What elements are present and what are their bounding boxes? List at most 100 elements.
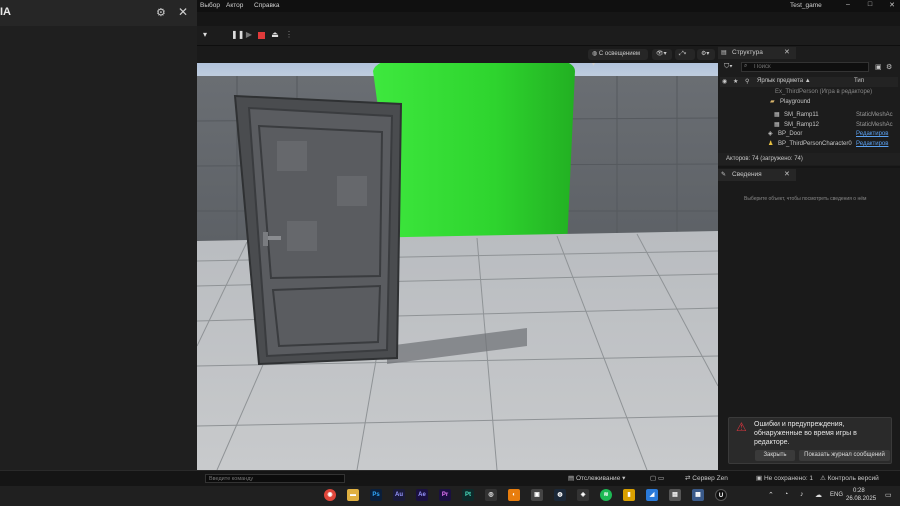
steam-icon[interactable]: ◍ [554, 489, 566, 501]
outliner-header-row: ◉ ★ ⚲ Ярлык предмета ▲ Тип [720, 77, 898, 87]
row-label: Ex_ThirdPerson (Игра в редакторе) [775, 89, 873, 95]
chevron-up-icon[interactable]: ⌃ [768, 491, 774, 499]
mesh-icon: ▦ [774, 112, 780, 118]
minimize-button[interactable]: – [840, 1, 856, 11]
left-panel-header [0, 0, 197, 26]
folder-icon: ▰ [770, 99, 775, 105]
source-control-icon: ⚠ [820, 475, 828, 482]
language-indicator[interactable]: ENG [830, 492, 843, 498]
outliner-row[interactable]: ▦ SM_Ramp12 StaticMeshAc [720, 121, 898, 130]
folder-add-icon[interactable]: ▣ [875, 63, 882, 71]
row-label: BP_Door [778, 131, 803, 137]
chevron-down-icon[interactable]: ▾ [200, 29, 210, 41]
game-viewport[interactable] [197, 46, 718, 470]
tracking-icon: ▤ [568, 475, 576, 482]
substance-painter-icon[interactable]: Pt [462, 489, 474, 501]
maximize-button[interactable]: □ [862, 1, 878, 11]
globe-icon: ◍ [592, 51, 599, 57]
chrome-icon[interactable]: ◉ [324, 489, 336, 501]
pencil-icon: ✎ [721, 172, 727, 178]
close-icon[interactable]: ✕ [784, 48, 790, 56]
column-label-header[interactable]: Ярлык предмета ▲ [757, 78, 811, 84]
filter-icon[interactable]: ⛉▾ [724, 63, 733, 71]
photoshop-icon[interactable]: Ps [370, 489, 382, 501]
premiere-icon[interactable]: Pr [439, 489, 451, 501]
tab-strip [197, 12, 900, 26]
after-effects-icon[interactable]: Ae [416, 489, 428, 501]
tracking-button[interactable]: ▤ Отслеживание ▾ [568, 474, 625, 482]
eye-icon: ◉ [722, 79, 728, 85]
outliner-footer: Акторов: 74 (загружено: 74) [718, 153, 900, 165]
app-icon[interactable]: ▤ [669, 489, 681, 501]
volume-icon[interactable]: ♪ [800, 491, 804, 498]
tab-details[interactable]: ✎ Сведения ✕ [718, 169, 796, 181]
lighting-mode-dropdown[interactable]: ◍ С освещением ▾ [588, 49, 648, 68]
close-icon[interactable]: ✕ [784, 170, 790, 178]
blender-icon[interactable]: ◐ [508, 489, 520, 501]
pause-button[interactable]: ❚❚ [231, 29, 244, 41]
onedrive-icon[interactable]: ☁ [815, 491, 822, 499]
menu-select[interactable]: Выбор [200, 2, 220, 9]
actor-icon: ◈ [768, 131, 773, 137]
column-type-header[interactable]: Тип [854, 78, 864, 84]
outliner-row[interactable]: ◈ BP_Door Редактиров [720, 130, 898, 139]
outliner-row[interactable]: Ex_ThirdPerson (Игра в редакторе) [720, 88, 898, 97]
left-overlay-panel [0, 0, 197, 470]
actor-count: Акторов: 74 (загружено: 74) [726, 156, 803, 162]
app-icon[interactable]: ▮ [623, 489, 635, 501]
outliner-row[interactable]: ♟ BP_ThirdPersonCharacter0 Редактиров [720, 140, 898, 149]
pin-icon: ⚲ [745, 79, 750, 85]
row-label: BP_ThirdPersonCharacter0 [778, 141, 852, 147]
gear-icon: ⚙▾ [701, 51, 710, 57]
zen-server-status[interactable]: ⇄ Сервер Zen [685, 474, 728, 482]
save-icon: ▣ [756, 475, 764, 482]
audition-icon[interactable]: Au [393, 489, 405, 501]
sidebar-toggle-icon[interactable]: ▢ ▭ [650, 474, 664, 482]
row-type-link[interactable]: Редактиров [856, 130, 888, 139]
gear-icon[interactable]: ⚙ [886, 63, 892, 71]
row-label: SM_Ramp12 [784, 122, 820, 128]
unsaved-status[interactable]: ▣ Не сохранено: 1 [756, 474, 813, 482]
app-icon[interactable]: ◢ [646, 489, 658, 501]
row-type: StaticMeshAc [856, 112, 893, 118]
gear-icon[interactable]: ⚙ [156, 6, 166, 19]
step-frame-button[interactable]: ▶ [244, 29, 254, 41]
notifications-icon[interactable]: ▭ [885, 491, 892, 499]
app-icon[interactable]: ▦ [692, 489, 704, 501]
outliner-search-input[interactable] [741, 62, 869, 72]
close-window-button[interactable]: ✕ [884, 1, 900, 11]
left-panel-title: IA [0, 6, 11, 18]
tab-outliner-label: Структура [732, 49, 763, 56]
app-icon[interactable]: ◈ [577, 489, 589, 501]
stop-button[interactable] [258, 32, 265, 39]
close-icon[interactable]: ✕ [178, 5, 188, 19]
more-options-icon[interactable]: ⋮ [284, 29, 294, 41]
menu-help[interactable]: Справка [254, 2, 280, 9]
notification-message: Ошибки и предупреждения, обнаруженные во… [754, 421, 857, 446]
outliner-row[interactable]: ▰ Playground [720, 98, 898, 107]
eject-button[interactable]: ⏏ [270, 29, 280, 41]
window-title: Test_game [790, 2, 822, 9]
clock-date[interactable]: 26.08.2025 [846, 496, 876, 502]
file-explorer-icon[interactable]: ▬ [347, 489, 359, 501]
show-flags-button[interactable]: 👁▾ [652, 49, 672, 60]
tab-outliner[interactable]: ▤ Структура ✕ [718, 47, 796, 59]
console-command-input[interactable] [205, 474, 345, 483]
viewport-settings-button[interactable]: ⚙▾ [697, 49, 715, 60]
row-type-link[interactable]: Редактиров [856, 140, 888, 149]
unreal-engine-icon[interactable]: U [715, 489, 727, 501]
outliner-row[interactable]: ▦ SM_Ramp11 StaticMeshAc [720, 111, 898, 120]
warning-icon: ⚠ [736, 420, 747, 434]
obs-icon[interactable]: ◎ [485, 489, 497, 501]
app-icon[interactable]: ▣ [531, 489, 543, 501]
clock-time[interactable]: 0:28 [853, 488, 865, 494]
menu-actor[interactable]: Актор [226, 2, 243, 9]
wifi-icon[interactable]: ◔ [784, 491, 788, 498]
zen-server-label: Сервер Zen [692, 475, 728, 482]
scene-render [197, 46, 718, 470]
transform-tools-button[interactable]: ⤢▾ [675, 49, 695, 60]
spotify-icon[interactable]: ≋ [600, 489, 612, 501]
show-message-log-button[interactable]: Показать журнал сообщений [799, 450, 890, 461]
notification-close-button[interactable]: Закрыть [755, 450, 795, 461]
version-control-button[interactable]: ⚠ Контроль версий [820, 474, 879, 482]
